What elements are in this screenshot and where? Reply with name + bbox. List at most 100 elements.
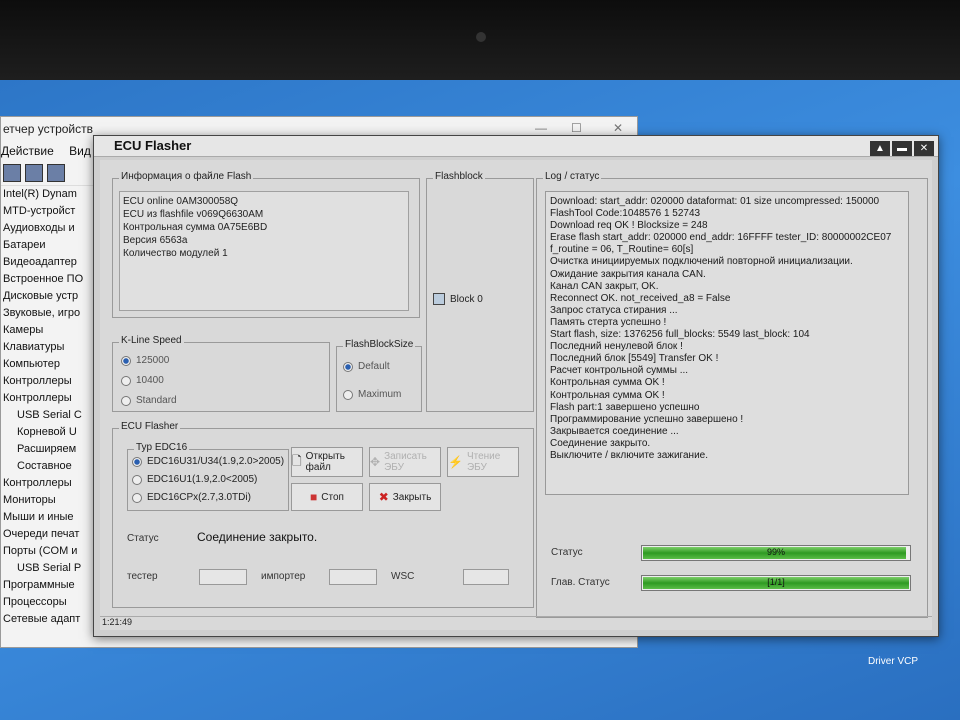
tester-field xyxy=(199,569,247,585)
ecu-flasher-group: ECU Flasher Typ EDC16 EDC16U31/U34(1.9,2… xyxy=(112,421,534,608)
flashblock-legend: Flashblock xyxy=(433,171,485,182)
log-line: f_routine = 06, T_Routine= 60[s] xyxy=(550,244,694,256)
write-ecu-button[interactable]: ✥ Записать ЭБУ xyxy=(369,447,441,477)
radio-icon[interactable] xyxy=(343,389,353,400)
wsc-field xyxy=(463,569,509,585)
block0-checkbox[interactable]: Block 0 xyxy=(433,293,483,305)
maximize-icon[interactable]: ☐ xyxy=(571,121,582,135)
close-connection-button[interactable]: ✖ Закрыть xyxy=(369,483,441,511)
minimize-button[interactable]: ▲ xyxy=(870,141,890,156)
kline-option-10400[interactable]: 10400 xyxy=(121,375,164,386)
stop-button[interactable]: ■ Стоп xyxy=(291,483,363,511)
log-line: Программирование успешно завершено ! xyxy=(550,413,744,425)
info-line: Количество модулей 1 xyxy=(123,248,228,259)
log-line: Reconnect OK. not_received_a8 = False xyxy=(550,292,731,304)
toolbar-icon[interactable] xyxy=(47,164,65,182)
log-line: Ожидание закрытия канала CAN. xyxy=(550,268,706,280)
log-line: Очистка инициируемых подключений повторн… xyxy=(550,256,853,268)
checkbox-icon[interactable] xyxy=(433,293,445,305)
close-button[interactable]: ✕ xyxy=(914,141,934,156)
log-text-box[interactable]: Download: start_addr: 020000 dataformat:… xyxy=(545,191,909,495)
info-line: ECU online 0AM300058Q xyxy=(123,196,239,207)
tester-label: тестер xyxy=(127,571,158,582)
wsc-label: WSC xyxy=(391,571,415,582)
radio-icon[interactable] xyxy=(132,474,142,485)
progress-text: 99% xyxy=(766,547,785,557)
blocksize-group: FlashBlockSize Default Maximum xyxy=(336,339,422,412)
close-icon[interactable]: ✕ xyxy=(613,121,623,135)
edc16-legend: Typ EDC16 xyxy=(134,442,190,453)
radio-icon[interactable] xyxy=(121,355,131,366)
radio-icon[interactable] xyxy=(132,492,142,503)
info-text-box: ECU online 0AM300058Q ECU из flashfile v0… xyxy=(119,191,409,311)
blocksize-option-default[interactable]: Default xyxy=(343,361,390,372)
file-icon: 🗋 xyxy=(292,453,302,468)
block0-label: Block 0 xyxy=(450,293,483,305)
toolbar-icon[interactable] xyxy=(25,164,43,182)
info-legend: Информация о файле Flash xyxy=(119,171,254,182)
radio-icon[interactable] xyxy=(132,456,142,467)
open-file-button[interactable]: 🗋 Открыть файл xyxy=(291,447,363,477)
ecu-flasher-legend: ECU Flasher xyxy=(119,421,181,432)
log-line: Контрольная сумма OK ! xyxy=(550,389,665,401)
elapsed-time: 1:21:49 xyxy=(102,617,133,627)
monitor-bezel xyxy=(0,0,960,80)
log-line: Download: start_addr: 020000 dataformat:… xyxy=(550,196,880,207)
status-progress-bar: 99% xyxy=(641,545,911,561)
log-line: Расчет контрольной суммы ... xyxy=(550,365,689,377)
kline-speed-group: K-Line Speed 125000 10400 Standard xyxy=(112,335,330,412)
status-label: Статус xyxy=(127,533,159,544)
restore-button[interactable]: ▬ xyxy=(892,141,912,156)
kline-option-125000[interactable]: 125000 xyxy=(121,355,169,366)
driver-vcp-desktop-icon[interactable]: Driver VCP xyxy=(868,656,918,667)
toolbar-icon[interactable] xyxy=(3,164,21,182)
log-line: Память стерта успешно ! xyxy=(550,316,667,328)
progress-status-label: Статус xyxy=(551,547,583,558)
status-bar: 1:21:49 xyxy=(100,616,932,630)
blocksize-option-maximum[interactable]: Maximum xyxy=(343,389,401,400)
radio-icon[interactable] xyxy=(121,375,131,386)
menu-action[interactable]: Действие xyxy=(1,144,54,158)
edc16-type-label: EDC16CPx(2.7,3.0TDi) xyxy=(147,492,251,503)
edc16-type-group: Typ EDC16 EDC16U31/U34(1.9,2.0>2005) EDC… xyxy=(127,442,289,511)
main-status-label: Глав. Статус xyxy=(551,577,610,588)
main-progress-bar: [1/1] xyxy=(641,575,911,591)
lightning-icon: ⚡ xyxy=(448,455,463,469)
close-x-icon: ✖ xyxy=(378,490,389,504)
log-legend: Log / статус xyxy=(543,171,602,182)
log-line: FlashTool Code:1048576 1 52743 xyxy=(550,208,701,220)
importer-label: импортер xyxy=(261,571,306,582)
log-line: Канал CAN закрыт, OK. xyxy=(550,280,659,292)
info-line: Версия 6563а xyxy=(123,235,188,246)
log-line: Flash part:1 завершено успешно xyxy=(550,401,700,413)
window-body: Информация о файле Flash ECU online 0AM3… xyxy=(100,160,932,630)
stop-icon: ■ xyxy=(310,490,318,504)
edc16-type-label: EDC16U31/U34(1.9,2.0>2005) xyxy=(147,456,285,467)
log-line: Download req OK ! Blocksize = 248 xyxy=(550,220,708,232)
kline-option-label: 125000 xyxy=(136,355,170,366)
log-line: Контрольная сумма OK ! xyxy=(550,377,665,389)
edc16-type-u1[interactable]: EDC16U1(1.9,2.0<2005) xyxy=(132,474,257,485)
write-icon: ✥ xyxy=(370,455,381,469)
info-group: Информация о файле Flash ECU online 0AM3… xyxy=(112,171,420,318)
read-ecu-button[interactable]: ⚡ Чтение ЭБУ xyxy=(447,447,519,477)
edc16-type-cpx[interactable]: EDC16CPx(2.7,3.0TDi) xyxy=(132,492,251,503)
edc16-type-u31[interactable]: EDC16U31/U34(1.9,2.0>2005) xyxy=(132,456,284,467)
kline-option-label: Standard xyxy=(136,395,177,406)
menu-view[interactable]: Вид xyxy=(69,144,91,158)
kline-option-standard[interactable]: Standard xyxy=(121,395,177,406)
log-line: Последний блок [5549] Transfer OK ! xyxy=(550,353,719,365)
importer-field xyxy=(329,569,377,585)
radio-icon[interactable] xyxy=(121,395,131,406)
radio-icon[interactable] xyxy=(343,361,353,372)
log-line: Последний ненулевой блок ! xyxy=(550,341,683,353)
log-line: Выключите / включите зажигание. xyxy=(550,449,708,461)
kline-legend: K-Line Speed xyxy=(119,335,184,346)
write-ecu-label: Записать ЭБУ xyxy=(384,451,427,473)
minimize-icon[interactable]: — xyxy=(535,121,547,135)
info-line: ECU из flashfile v069Q6630AM xyxy=(123,209,264,220)
info-line: Контрольная сумма 0A75E6BD xyxy=(123,222,268,233)
read-ecu-label: Чтение ЭБУ xyxy=(466,451,501,473)
window-title: ECU Flasher xyxy=(114,138,192,153)
log-line: Запрос статуса стирания ... xyxy=(550,304,678,316)
